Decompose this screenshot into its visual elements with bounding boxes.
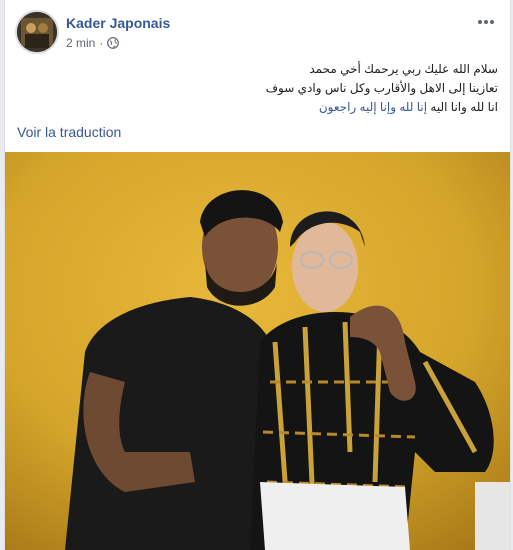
post-card: Kader Japonais 2 min · سلام الله عليك رب… <box>4 0 511 550</box>
post-timestamp[interactable]: 2 min <box>66 36 95 50</box>
post-text-line: سلام الله عليك ربي يرحمك أخي محمد <box>309 62 498 76</box>
post-photo[interactable] <box>5 152 510 550</box>
avatar-image <box>17 12 57 52</box>
photo-image <box>5 152 510 550</box>
post-text-highlight[interactable]: إنا لله وإنا إليه راجعون <box>319 100 427 114</box>
more-options-icon[interactable] <box>474 12 498 32</box>
see-translation-link[interactable]: Voir la traduction <box>17 124 121 140</box>
post-text-segment: انا لله وانا اليه <box>427 100 498 114</box>
post-text-line: تعازينا إلى الاهل والأقارب وكل ناس وادي … <box>265 81 498 95</box>
globe-icon[interactable] <box>107 37 120 49</box>
post-meta: 2 min · <box>66 36 120 50</box>
author-name[interactable]: Kader Japonais <box>66 15 170 31</box>
meta-separator: · <box>99 36 104 50</box>
post-text-line: انا لله وانا اليه إنا لله وإنا إليه راجع… <box>28 98 498 117</box>
post-text: سلام الله عليك ربي يرحمك أخي محمد تعازين… <box>28 60 498 117</box>
post-header: Kader Japonais 2 min · <box>5 0 510 58</box>
author-avatar[interactable] <box>17 12 57 52</box>
